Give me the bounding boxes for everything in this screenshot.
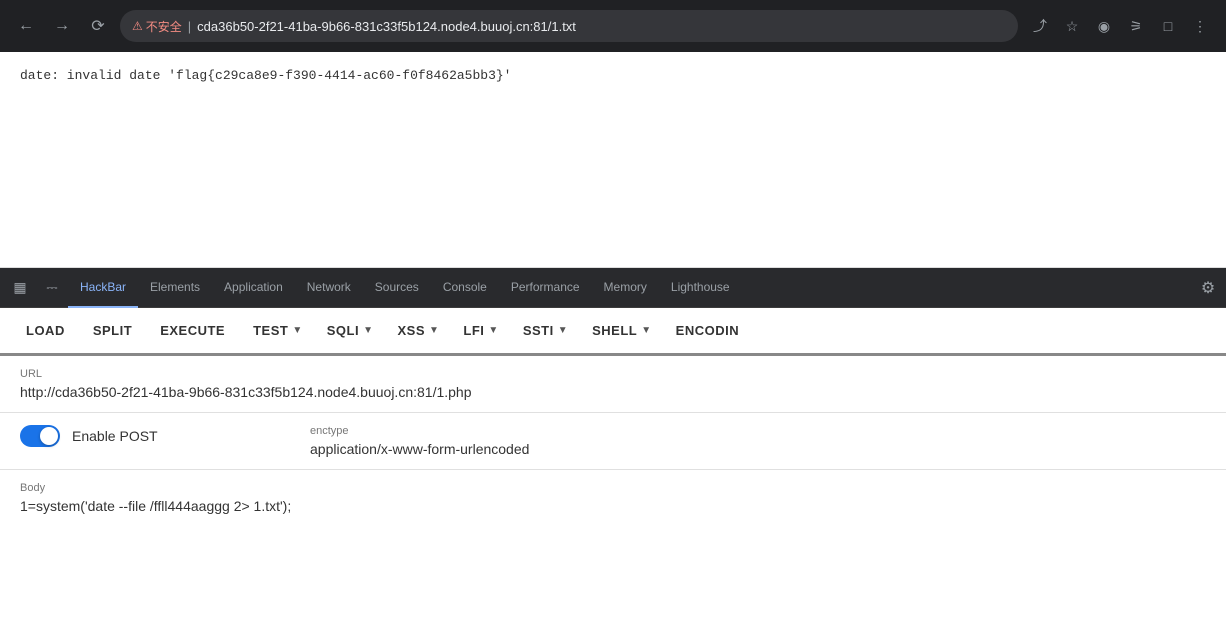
account-button[interactable]: ◉ [1090, 12, 1118, 40]
url-value[interactable]: http://cda36b50-2f21-41ba-9b66-831c33f5b… [20, 384, 1206, 400]
security-text: 不安全 [146, 18, 182, 35]
body-label: Body [20, 482, 1206, 494]
tab-network[interactable]: Network [295, 268, 363, 308]
page-content: date: invalid date 'flag{c29ca8e9-f390-4… [0, 52, 1226, 267]
tab-memory-label: Memory [604, 280, 647, 294]
lfi-dropdown[interactable]: LFI ▼ [453, 317, 504, 344]
device-toolbar-button[interactable]: ⎓ [36, 272, 68, 304]
tab-elements-label: Elements [150, 280, 200, 294]
shell-dropdown[interactable]: SHELL ▼ [582, 317, 658, 344]
url-label: URL [20, 368, 1206, 380]
extensions-button[interactable]: ⚞ [1122, 12, 1150, 40]
lfi-label: LFI [463, 323, 484, 338]
inspect-element-button[interactable]: ▦ [4, 272, 36, 304]
enctype-value[interactable]: application/x-www-form-urlencoded [310, 441, 1206, 457]
ssti-dropdown[interactable]: SSTI ▼ [513, 317, 574, 344]
toggle-thumb [40, 427, 58, 445]
tab-performance-label: Performance [511, 280, 580, 294]
post-enctype-row: Enable POST enctype application/x-www-fo… [0, 413, 1226, 470]
security-warning: ⚠ 不安全 [132, 18, 182, 35]
xss-arrow-icon: ▼ [429, 325, 439, 336]
share-button[interactable]: ⤴ [1026, 12, 1054, 40]
devtools-tab-bar: ▦ ⎓ HackBar Elements Application Network… [0, 268, 1226, 308]
chrome-icons: ⤴ ☆ ◉ ⚞ □ ⋮ [1026, 12, 1214, 40]
enable-post-section: Enable POST [20, 425, 270, 447]
warning-icon: ⚠ [132, 19, 143, 33]
toggle-track[interactable] [20, 425, 60, 447]
encoding-button[interactable]: ENCODIN [666, 317, 749, 344]
browser-chrome: ← → ⟳ ⚠ 不安全 | cda36b50-2f21-41ba-9b66-83… [0, 0, 1226, 52]
ssti-arrow-icon: ▼ [558, 325, 568, 336]
back-button[interactable]: ← [12, 12, 40, 40]
test-dropdown[interactable]: TEST ▼ [243, 317, 309, 344]
url-section: URL http://cda36b50-2f21-41ba-9b66-831c3… [0, 356, 1226, 413]
address-separator: | [188, 19, 191, 34]
tab-lighthouse-label: Lighthouse [671, 280, 730, 294]
menu-button[interactable]: ⋮ [1186, 12, 1214, 40]
sqli-dropdown[interactable]: SQLI ▼ [317, 317, 380, 344]
lfi-arrow-icon: ▼ [488, 325, 498, 336]
address-url: cda36b50-2f21-41ba-9b66-831c33f5b124.nod… [197, 19, 576, 34]
tab-sources[interactable]: Sources [363, 268, 431, 308]
shell-label: SHELL [592, 323, 637, 338]
devtools-panel: ▦ ⎓ HackBar Elements Application Network… [0, 267, 1226, 530]
xss-label: XSS [397, 323, 425, 338]
tab-memory[interactable]: Memory [592, 268, 659, 308]
address-bar[interactable]: ⚠ 不安全 | cda36b50-2f21-41ba-9b66-831c33f5… [120, 10, 1018, 42]
body-section: Body 1=system('date --file /ffll444aaggg… [0, 470, 1226, 530]
page-text: date: invalid date 'flag{c29ca8e9-f390-4… [20, 68, 511, 83]
ssti-label: SSTI [523, 323, 554, 338]
tab-console-label: Console [443, 280, 487, 294]
sqli-label: SQLI [327, 323, 359, 338]
window-button[interactable]: □ [1154, 12, 1182, 40]
tab-console[interactable]: Console [431, 268, 499, 308]
toggle-container[interactable] [20, 425, 60, 447]
tab-network-label: Network [307, 280, 351, 294]
enable-post-label: Enable POST [72, 428, 158, 444]
tab-lighthouse[interactable]: Lighthouse [659, 268, 742, 308]
sqli-arrow-icon: ▼ [363, 325, 373, 336]
body-value[interactable]: 1=system('date --file /ffll444aaggg 2> 1… [20, 498, 1206, 514]
execute-button[interactable]: EXECUTE [150, 317, 235, 344]
test-arrow-icon: ▼ [292, 325, 302, 336]
shell-arrow-icon: ▼ [641, 325, 651, 336]
reload-button[interactable]: ⟳ [84, 12, 112, 40]
tab-hackbar[interactable]: HackBar [68, 268, 138, 308]
load-button[interactable]: LOAD [16, 317, 75, 344]
hackbar-toolbar: LOAD SPLIT EXECUTE TEST ▼ SQLI ▼ XSS ▼ L… [0, 308, 1226, 356]
tab-application-label: Application [224, 280, 283, 294]
tab-hackbar-label: HackBar [80, 280, 126, 294]
tab-application[interactable]: Application [212, 268, 295, 308]
devtools-settings-button[interactable]: ⚙ [1194, 274, 1222, 302]
tab-elements[interactable]: Elements [138, 268, 212, 308]
bookmark-button[interactable]: ☆ [1058, 12, 1086, 40]
hackbar-content: URL http://cda36b50-2f21-41ba-9b66-831c3… [0, 356, 1226, 530]
test-label: TEST [253, 323, 288, 338]
forward-button[interactable]: → [48, 12, 76, 40]
tab-performance[interactable]: Performance [499, 268, 592, 308]
tab-sources-label: Sources [375, 280, 419, 294]
split-button[interactable]: SPLIT [83, 317, 142, 344]
enctype-label: enctype [310, 425, 1206, 437]
enctype-section: enctype application/x-www-form-urlencode… [310, 425, 1206, 457]
xss-dropdown[interactable]: XSS ▼ [387, 317, 445, 344]
